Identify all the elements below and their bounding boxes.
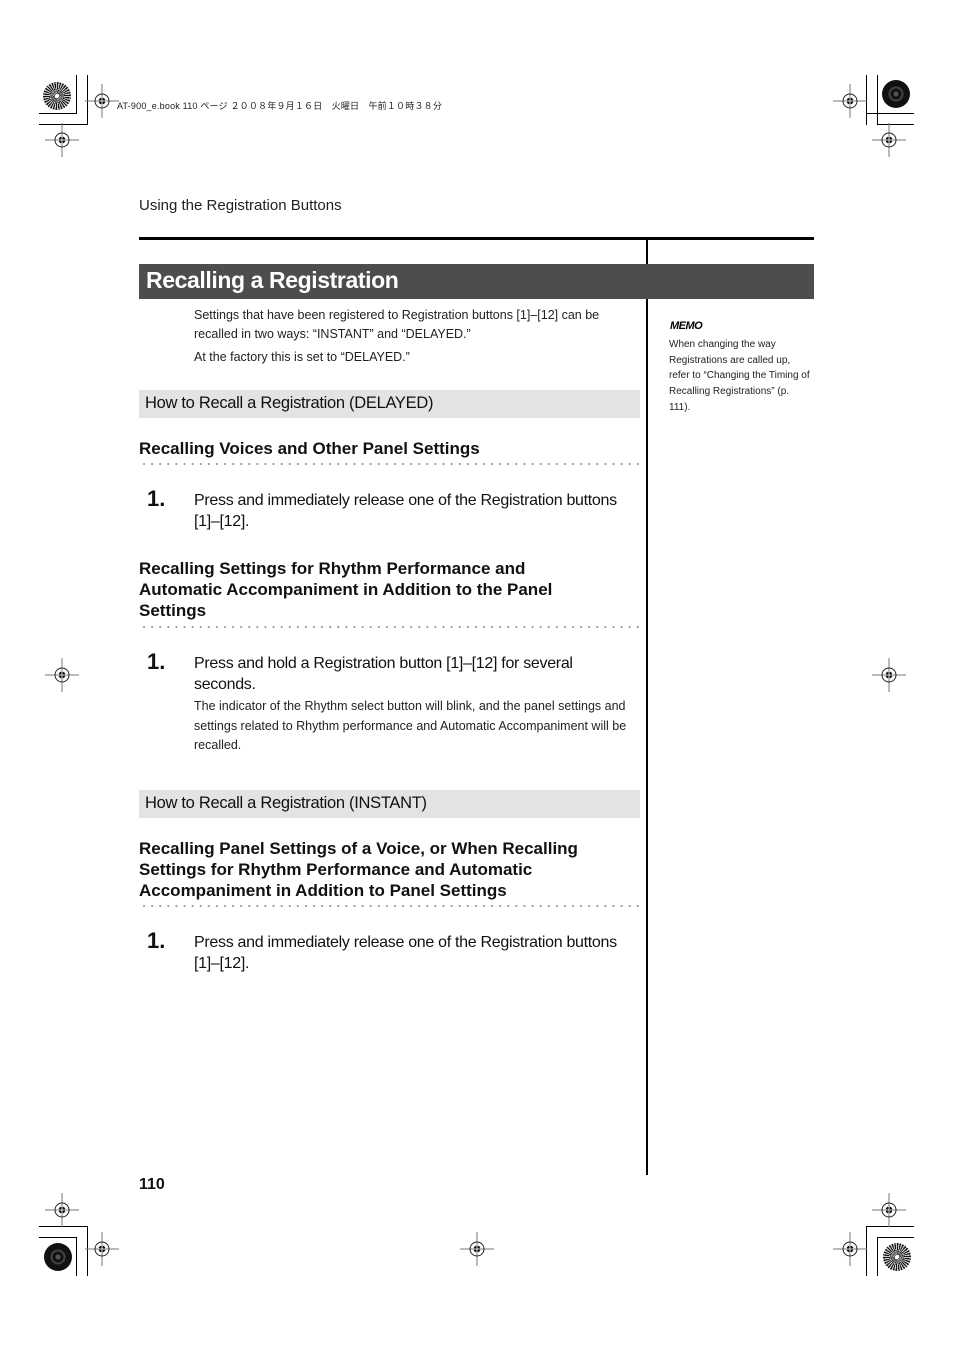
intro-paragraph: At the factory this is set to “DELAYED.” [194, 350, 410, 364]
running-header: Using the Registration Buttons [139, 197, 342, 214]
memo-note: When changing the way Registrations are … [669, 339, 810, 413]
registration-mark-icon [872, 1193, 906, 1227]
subhead-instant: How to Recall a Registration (INSTANT) [139, 790, 640, 818]
crop-mark [877, 1237, 878, 1276]
header-rule [139, 237, 814, 240]
section-heading: Recalling Settings for Rhythm Performanc… [139, 559, 553, 620]
registration-mark-icon [872, 123, 906, 157]
color-target-icon [43, 82, 71, 110]
registration-mark-icon [872, 658, 906, 692]
dotted-divider [140, 905, 640, 907]
print-job-line: AT-900_e.book 110 ページ ２００８年９月１６日 火曜日 午前１… [117, 101, 443, 111]
color-target-icon [44, 1243, 72, 1271]
crop-mark [877, 1237, 914, 1238]
registration-mark-icon [85, 1232, 119, 1266]
page-number: 110 [139, 1176, 165, 1193]
step-instruction: Press and immediately release one of the… [194, 492, 617, 530]
memo-icon: MEMO [670, 320, 703, 332]
registration-mark-icon [45, 1193, 79, 1227]
step-instruction: Press and immediately release one of the… [194, 934, 617, 972]
step-number: 1. [147, 486, 166, 511]
page-title: Recalling a Registration [146, 267, 399, 293]
crop-mark [39, 113, 77, 114]
section-heading: Recalling Panel Settings of a Voice, or … [139, 839, 578, 900]
crop-mark [866, 113, 914, 114]
subhead-label: How to Recall a Registration (INSTANT) [145, 794, 427, 812]
color-target-icon [883, 1243, 911, 1271]
subhead-label: How to Recall a Registration (DELAYED) [145, 394, 434, 412]
registration-mark-icon [833, 1232, 867, 1266]
column-divider [646, 240, 648, 1175]
intro-paragraph: Settings that have been registered to Re… [194, 308, 600, 341]
step-instruction: Press and hold a Registration button [1]… [194, 655, 573, 693]
subhead-delayed: How to Recall a Registration (DELAYED) [139, 390, 640, 418]
intro-text: Settings that have been registered to Re… [194, 306, 624, 367]
crop-mark [76, 1237, 77, 1276]
section-heading: Recalling Voices and Other Panel Setting… [139, 439, 480, 458]
color-target-icon [882, 80, 910, 108]
crop-mark [39, 1237, 77, 1238]
registration-mark-icon [833, 84, 867, 118]
registration-mark-icon [460, 1232, 494, 1266]
crop-mark [877, 75, 878, 125]
step-number: 1. [147, 928, 166, 953]
registration-mark-icon [45, 658, 79, 692]
dotted-divider [140, 463, 640, 465]
crop-mark [76, 75, 77, 114]
registration-mark-icon [45, 123, 79, 157]
step-number: 1. [147, 649, 166, 674]
registration-mark-icon [85, 84, 119, 118]
dotted-divider [140, 626, 640, 628]
page-title-bar: Recalling a Registration [139, 264, 814, 299]
step-note: The indicator of the Rhythm select butto… [194, 699, 627, 752]
